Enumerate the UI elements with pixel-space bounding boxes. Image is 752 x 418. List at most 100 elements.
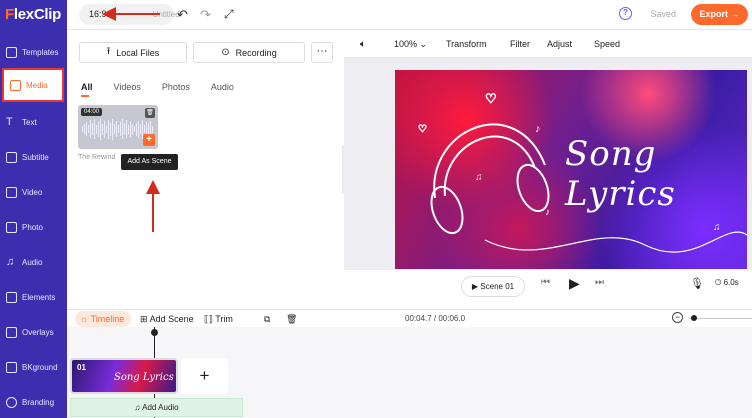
fullscreen-icon[interactable]: ⤢ [224, 7, 234, 22]
sidebar-item-media[interactable]: Media [2, 68, 64, 102]
sidebar-item-label: Media [26, 80, 48, 90]
flexclip-logo[interactable]: FlexClip [5, 6, 61, 23]
adjust-button[interactable]: Adjust [547, 39, 572, 49]
video-canvas[interactable]: ♪ ♫ ♪ ♫ ♡ ♡ Song Lyrics [395, 70, 747, 269]
add-scene-button[interactable]: ⊞ Add Scene [140, 314, 194, 325]
logo-f-mark: F [5, 6, 14, 23]
waveform-bar [82, 126, 83, 132]
waveform-bar [130, 121, 131, 137]
add-audio-track[interactable]: ♫ Add Audio [70, 398, 243, 417]
scene-number: 01 [77, 363, 86, 372]
waveform-bar [92, 123, 93, 135]
scene-clip[interactable]: 01 Song Lyrics [70, 358, 178, 394]
waveform-bar [96, 124, 97, 134]
sidebar-item-label: Elements [22, 292, 56, 302]
trim-icon: ⟦⟧ [204, 314, 213, 324]
recording-button[interactable]: ⊙ Recording [193, 42, 305, 63]
timeline-toolbar: ☼ Timeline ⊞ Add Scene ⟦⟧ Trim ⧉ 🗑 00:04… [67, 309, 752, 327]
add-audio-label: Add Audio [142, 403, 179, 412]
headphones-left-cup [430, 185, 464, 235]
media-item-duration: 04:00 [81, 108, 103, 116]
add-scene-label: Add Scene [149, 314, 194, 324]
top-bar: 16:9 Untitled ↶ ↷ ⤢ ? Saved Export → [67, 0, 752, 30]
timeline-label: Timeline [90, 314, 125, 324]
add-scene-icon: ⊞ [140, 314, 148, 324]
media-tabs: All Videos Photos Audio [81, 82, 255, 97]
delete-icon[interactable]: 🗑 [286, 314, 297, 325]
waveform-bar [120, 122, 121, 136]
timeline-zoom-slider[interactable] [689, 318, 752, 319]
waveform-bar [102, 123, 103, 135]
transform-button[interactable]: Transform [446, 39, 487, 49]
heart-icon: ♡ [418, 124, 427, 135]
sidebar-item-audio[interactable]: ♫ Audio [0, 246, 67, 278]
sidebar: FlexClip Templates Media T Text Subtitle… [0, 0, 67, 418]
sidebar-item-text[interactable]: T Text [0, 106, 67, 138]
duration-value: 6.0s [723, 278, 739, 287]
timeline-tracks: 01 Song Lyrics + ♫ Add Audio [67, 327, 752, 418]
microphone-icon[interactable]: 🎙︎ [690, 277, 704, 290]
help-icon[interactable]: ? [619, 7, 632, 20]
sidebar-item-subtitle[interactable]: Subtitle [0, 141, 67, 173]
sidebar-item-bkground[interactable]: BKground [0, 351, 67, 383]
filter-button[interactable]: Filter [510, 39, 530, 49]
waveform-bar [110, 122, 111, 136]
subtitle-icon [6, 151, 17, 163]
sidebar-item-label: Templates [22, 47, 59, 57]
scene-selector[interactable]: ▶ Scene 01 [461, 276, 525, 297]
tab-all[interactable]: All [81, 82, 93, 97]
video-title-text[interactable]: Song Lyrics [565, 134, 747, 214]
music-note-icon: ♫ [475, 172, 483, 183]
sidebar-item-photo[interactable]: Photo [0, 211, 67, 243]
previous-icon[interactable]: ⏮︎ [541, 277, 550, 288]
sidebar-item-label: Subtitle [22, 152, 49, 162]
waveform-bar [104, 120, 105, 138]
delete-media-icon[interactable]: 🗑 [145, 108, 155, 118]
branding-icon [6, 396, 17, 408]
background-icon [6, 361, 17, 373]
waveform-bar [134, 126, 135, 132]
add-scene-plus-button[interactable]: + [181, 358, 228, 394]
shapes-icon [6, 291, 17, 303]
waveform-bar [98, 121, 99, 137]
redo-icon[interactable]: ↷ [200, 7, 211, 23]
undo-icon[interactable]: ↶ [177, 7, 188, 23]
record-icon: ⊙ [221, 47, 230, 58]
logo-text: lexClip [13, 6, 61, 23]
waveform-bar [122, 119, 123, 139]
more-options-button[interactable]: ··· [311, 42, 333, 63]
tab-audio[interactable]: Audio [211, 82, 234, 97]
sidebar-item-label: Video [22, 187, 43, 197]
playhead-handle[interactable] [151, 329, 158, 336]
export-button[interactable]: Export → [691, 4, 748, 25]
sidebar-item-overlays[interactable]: Overlays [0, 316, 67, 348]
add-as-scene-button[interactable]: + [143, 134, 155, 146]
tab-videos[interactable]: Videos [114, 82, 141, 97]
sidebar-item-templates[interactable]: Templates [0, 36, 67, 68]
recording-label: Recording [235, 47, 277, 58]
zoom-out-icon[interactable]: − [672, 312, 683, 323]
local-files-button[interactable]: ⭱ Local Files [79, 42, 187, 63]
tab-photos[interactable]: Photos [162, 82, 190, 97]
next-icon[interactable]: ⏭︎ [595, 277, 604, 288]
local-files-label: Local Files [116, 47, 160, 58]
media-item-thumbnail[interactable]: 04:00 🗑 + [78, 105, 158, 149]
duplicate-icon[interactable]: ⧉ [264, 314, 270, 325]
play-icon[interactable]: ▶ [569, 275, 580, 292]
arrow-shaft [112, 13, 160, 15]
waveform-bar [144, 125, 145, 133]
trim-button[interactable]: ⟦⟧ Trim [204, 314, 233, 325]
zoom-slider-handle[interactable] [691, 315, 697, 321]
sidebar-item-elements[interactable]: Elements [0, 281, 67, 313]
timeline-toggle[interactable]: ☼ Timeline [75, 311, 131, 327]
waveform-bar [126, 120, 127, 138]
waveform-bar [108, 119, 109, 139]
sidebar-item-video[interactable]: Video [0, 176, 67, 208]
speed-button[interactable]: Speed [594, 39, 620, 49]
volume-icon[interactable]: 🔈︎ [360, 39, 366, 50]
waveform-bar [136, 122, 137, 136]
zoom-dropdown[interactable]: 100% ⌄ [394, 39, 427, 50]
sidebar-item-branding[interactable]: Branding [0, 386, 67, 418]
waveform-bar [140, 124, 141, 134]
waveform-bar [94, 119, 95, 139]
